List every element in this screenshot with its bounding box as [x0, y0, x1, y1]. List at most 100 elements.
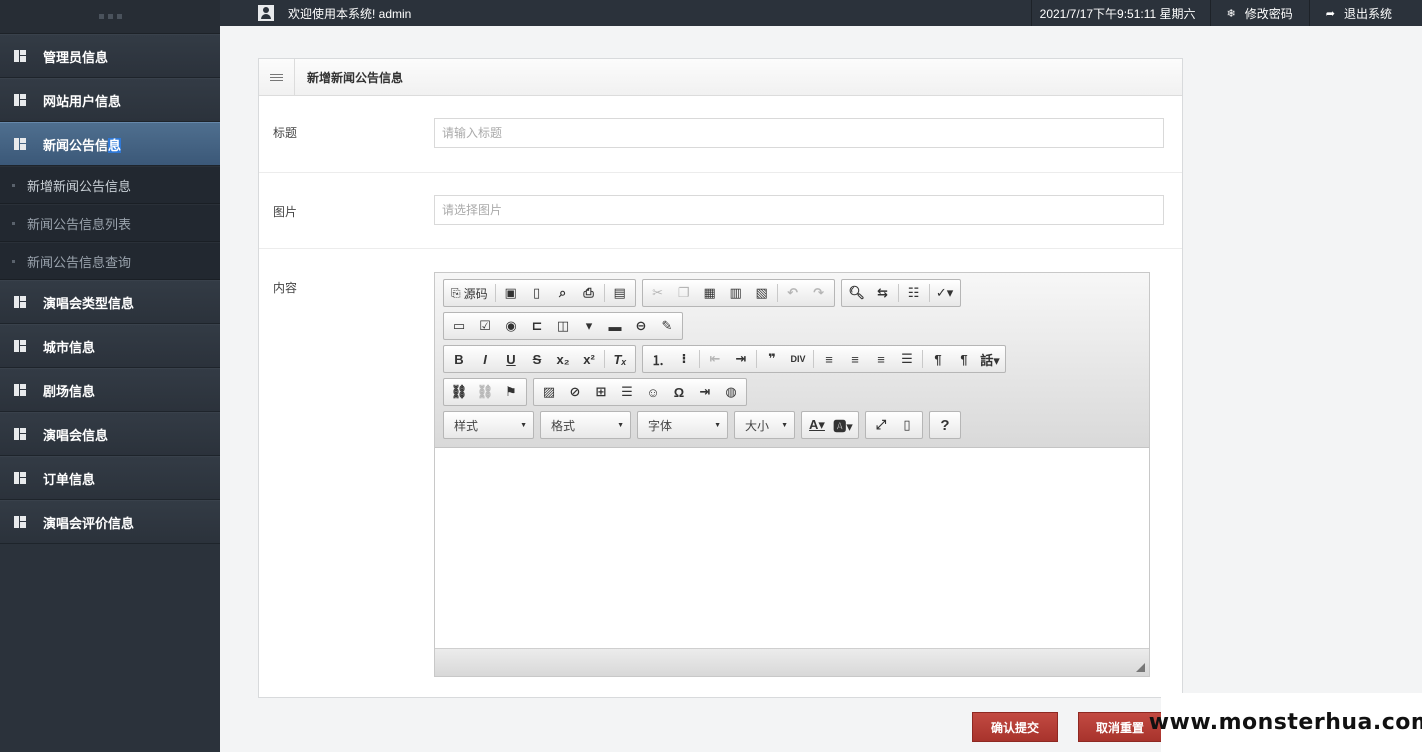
special-char-icon[interactable]: Ω: [666, 380, 692, 404]
style-combo[interactable]: 样式 ▼: [443, 411, 534, 439]
radio-icon[interactable]: ◉: [498, 314, 524, 338]
form-row-image: 图片: [259, 173, 1182, 249]
grid-icon: [14, 428, 26, 440]
main-content: 新增新闻公告信息 标题 图片 内容 ⎘源码 ▣ ▯: [220, 26, 1422, 752]
welcome-area: 欢迎使用本系统! admin: [220, 5, 1031, 22]
bold-icon[interactable]: B: [446, 347, 472, 371]
submit-button[interactable]: 确认提交: [972, 712, 1058, 742]
sidebar-item-site-users[interactable]: 网站用户信息: [0, 78, 220, 122]
toolbar-group-about: ?: [929, 411, 961, 439]
templates-icon[interactable]: ▤: [607, 281, 633, 305]
sidebar-logo-strip: [0, 0, 220, 34]
underline-icon[interactable]: U: [498, 347, 524, 371]
save-icon[interactable]: ▣: [498, 281, 524, 305]
rtl-icon[interactable]: ¶: [951, 347, 977, 371]
replace-icon[interactable]: ⇆: [870, 281, 896, 305]
select-field-icon[interactable]: ▾: [576, 314, 602, 338]
paste-icon[interactable]: ▦: [697, 281, 723, 305]
rich-text-editor: ⎘ 源码 ▣ ▯ ⌕ ⎙ ▤ ✂ ❐ ▦ ▥ ▧ ↶ ↷ 🔍︎ ⇆ ☷ ✓▾ ▭…: [434, 272, 1150, 677]
page-break-icon[interactable]: ⇥: [692, 380, 718, 404]
checkbox-icon[interactable]: ☑: [472, 314, 498, 338]
print-icon[interactable]: ⎙: [576, 281, 602, 305]
table-icon[interactable]: ⊞: [588, 380, 614, 404]
smiley-icon[interactable]: ☺: [640, 380, 666, 404]
editor-content-area[interactable]: [435, 448, 1149, 648]
image-icon[interactable]: ▨: [536, 380, 562, 404]
show-blocks-icon[interactable]: ▯: [894, 413, 920, 437]
align-right-icon[interactable]: ≡: [868, 347, 894, 371]
text-color-icon[interactable]: A▾: [804, 413, 830, 437]
text-field-icon[interactable]: ⊏: [524, 314, 550, 338]
strike-icon[interactable]: S: [524, 347, 550, 371]
title-input[interactable]: [434, 118, 1164, 148]
submenu-item-add-news[interactable]: 新增新闻公告信息: [0, 166, 220, 204]
div-container-icon[interactable]: DIV: [785, 347, 811, 371]
new-page-icon[interactable]: ▯: [524, 281, 550, 305]
grid-icon: [14, 472, 26, 484]
blockquote-icon[interactable]: ❞: [759, 347, 785, 371]
sidebar-item-orders[interactable]: 订单信息: [0, 456, 220, 500]
button-field-icon[interactable]: ▬: [602, 314, 628, 338]
paste-word-icon[interactable]: ▧: [749, 281, 775, 305]
remove-format-icon[interactable]: Tₓ: [607, 347, 633, 371]
sidebar-item-concert-types[interactable]: 演唱会类型信息: [0, 280, 220, 324]
maximize-icon[interactable]: ⤢: [868, 413, 894, 437]
sidebar-item-news[interactable]: 新闻公告信息: [0, 122, 220, 166]
submenu-item-news-query[interactable]: 新闻公告信息查询: [0, 242, 220, 280]
horizontal-rule-icon[interactable]: ☰: [614, 380, 640, 404]
subscript-icon[interactable]: x₂: [550, 347, 576, 371]
superscript-icon[interactable]: x²: [576, 347, 602, 371]
grid-icon: [14, 94, 26, 106]
paste-text-icon[interactable]: ▥: [723, 281, 749, 305]
indent-icon[interactable]: ⇥: [728, 347, 754, 371]
sidebar-item-admin[interactable]: 管理员信息: [0, 34, 220, 78]
change-password-link[interactable]: ❄ 修改密码: [1209, 0, 1309, 26]
ltr-icon[interactable]: ¶: [925, 347, 951, 371]
align-center-icon[interactable]: ≡: [842, 347, 868, 371]
submenu-item-label: 新增新闻公告信息: [27, 178, 132, 194]
form-icon[interactable]: ▭: [446, 314, 472, 338]
numbered-list-icon[interactable]: ⒈: [645, 347, 671, 371]
grid-icon: [14, 50, 26, 62]
toolbar-row-3: B I U S x₂ x² Tₓ ⒈ ⁝ ⇤ ⇥ ❞ DIV ≡ ≡ ≡ ☰ ¶…: [443, 345, 1149, 373]
find-icon[interactable]: 🔍︎: [844, 281, 870, 305]
link-icon[interactable]: ⛓: [446, 380, 472, 404]
italic-icon[interactable]: I: [472, 347, 498, 371]
hidden-field-icon[interactable]: ✎: [654, 314, 680, 338]
sidebar-item-cities[interactable]: 城市信息: [0, 324, 220, 368]
resize-handle-icon[interactable]: [1136, 663, 1145, 672]
help-icon[interactable]: ?: [932, 413, 958, 437]
sidebar-item-theaters[interactable]: 剧场信息: [0, 368, 220, 412]
spellcheck-icon[interactable]: ✓▾: [932, 281, 958, 305]
image-button-icon[interactable]: ⊖: [628, 314, 654, 338]
outdent-icon[interactable]: ⇤: [702, 347, 728, 371]
logout-link[interactable]: ➦ 退出系统: [1308, 0, 1422, 26]
bg-color-icon[interactable]: 🅰︎▾: [830, 413, 856, 437]
format-combo[interactable]: 格式 ▼: [540, 411, 631, 439]
preview-icon[interactable]: ⌕: [550, 281, 576, 305]
image-input[interactable]: [434, 195, 1164, 225]
language-icon[interactable]: 話▾: [977, 347, 1003, 371]
sidebar-item-concert-reviews[interactable]: 演唱会评价信息: [0, 500, 220, 544]
iframe-globe-icon[interactable]: ◍: [718, 380, 744, 404]
copy-icon[interactable]: ❐: [671, 281, 697, 305]
submenu-item-news-list[interactable]: 新闻公告信息列表: [0, 204, 220, 242]
size-combo[interactable]: 大小 ▼: [734, 411, 795, 439]
flash-icon[interactable]: ⊘: [562, 380, 588, 404]
select-all-icon[interactable]: ☷: [901, 281, 927, 305]
logo-dots: [98, 14, 122, 19]
textarea-icon[interactable]: ◫: [550, 314, 576, 338]
form-row-content: 内容 ⎘ 源码 ▣ ▯ ⌕ ⎙ ▤ ✂ ❐ ▦ ▥ ▧ ↶ ↷ 🔍︎ ⇆ ☷ ✓…: [259, 249, 1182, 699]
source-button[interactable]: ⎘ 源码: [446, 281, 493, 305]
redo-icon[interactable]: ↷: [806, 281, 832, 305]
anchor-flag-icon[interactable]: ⚑: [498, 380, 524, 404]
toolbar-group-tools: ⤢ ▯: [865, 411, 923, 439]
align-justify-icon[interactable]: ☰: [894, 347, 920, 371]
cut-icon[interactable]: ✂: [645, 281, 671, 305]
align-left-icon[interactable]: ≡: [816, 347, 842, 371]
undo-icon[interactable]: ↶: [780, 281, 806, 305]
font-combo[interactable]: 字体 ▼: [637, 411, 728, 439]
unlink-icon[interactable]: ⛓: [472, 380, 498, 404]
bulleted-list-icon[interactable]: ⁝: [671, 347, 697, 371]
sidebar-item-concerts[interactable]: 演唱会信息: [0, 412, 220, 456]
